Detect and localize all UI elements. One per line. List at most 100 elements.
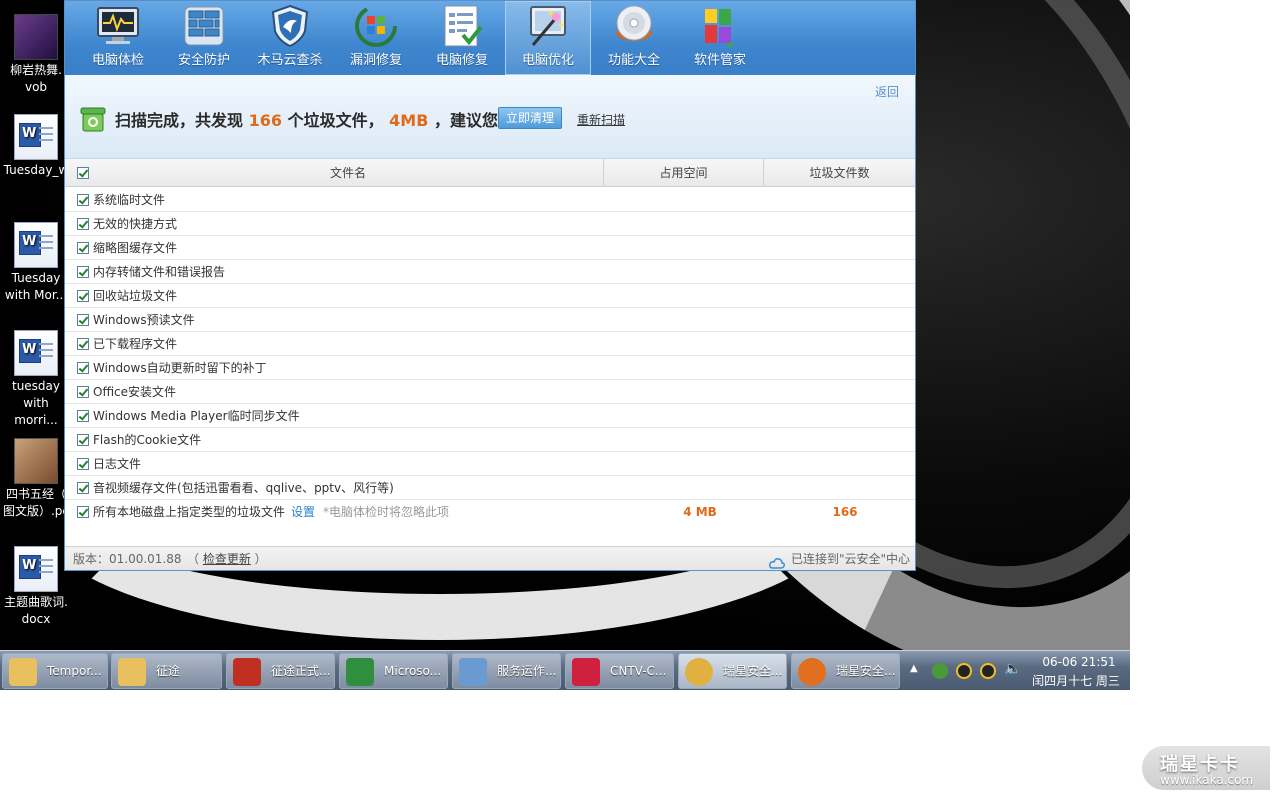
row-checkbox[interactable] xyxy=(77,194,89,206)
network-shield-icon[interactable] xyxy=(932,663,948,679)
tool-label: 电脑优化 xyxy=(521,53,574,68)
desktop-icon-vob[interactable]: 柳岩热舞. vob xyxy=(0,14,72,96)
trash-bin-icon xyxy=(79,105,107,133)
row-checkbox[interactable] xyxy=(77,314,89,326)
table-row[interactable]: Windows Media Player临时同步文件 xyxy=(65,404,915,428)
desktop-icon-label: tuesday xyxy=(11,379,61,393)
table-row[interactable]: 日志文件 xyxy=(65,452,915,476)
tool-trojan-scan[interactable]: 木马云查杀 xyxy=(247,1,333,75)
cloud-icon xyxy=(769,553,785,569)
tool-pc-checkup[interactable]: 电脑体检 xyxy=(75,1,161,75)
tool-pc-optimize[interactable]: 电脑优化 xyxy=(505,1,591,75)
row-checkbox[interactable] xyxy=(77,410,89,422)
table-row[interactable]: 已下载程序文件 xyxy=(65,332,915,356)
desktop-icon-label: docx xyxy=(21,612,51,626)
pdf-file-icon xyxy=(14,438,58,484)
select-all-checkbox[interactable] xyxy=(77,167,89,179)
volume-icon[interactable]: 🔈 xyxy=(1004,661,1021,677)
rescan-link[interactable]: 重新扫描 xyxy=(577,111,625,128)
tool-software-manager[interactable]: 软件管家 xyxy=(677,1,763,75)
header-space[interactable]: 占用空间 xyxy=(603,159,763,187)
taskbar-label: Microso... xyxy=(384,664,442,678)
desktop-icon-label: 四书五经（ xyxy=(5,487,66,501)
settings-link[interactable]: 设置 xyxy=(291,505,315,519)
shield-icon xyxy=(267,3,313,49)
folder-icon xyxy=(118,658,146,686)
table-row[interactable]: 回收站垃圾文件 xyxy=(65,284,915,308)
watermark-url: www.ikaka.com xyxy=(1160,773,1254,787)
system-tray: ▲ 🔈 06-06 21:51 闰四月十七 周三 xyxy=(902,651,1130,691)
tool-label: 软件管家 xyxy=(693,53,746,68)
table-row[interactable]: Flash的Cookie文件 xyxy=(65,428,915,452)
table-row[interactable]: Windows预读文件 xyxy=(65,308,915,332)
desktop-icon-label: Tuesday xyxy=(11,271,61,285)
windows-update-icon xyxy=(353,3,399,49)
game-icon xyxy=(233,658,261,686)
row-checkbox[interactable] xyxy=(77,434,89,446)
row-checkbox[interactable] xyxy=(77,362,89,374)
back-link[interactable]: 返回 xyxy=(875,83,899,100)
table-row[interactable]: 音视频缓存文件(包括迅雷看看、qqlive、pptv、风行等) xyxy=(65,476,915,500)
tool-features[interactable]: 功能大全 xyxy=(591,1,677,75)
tool-pc-repair[interactable]: 电脑修复 xyxy=(419,1,505,75)
clock-time[interactable]: 06-06 21:51 xyxy=(1032,655,1126,669)
header-file-name[interactable]: 文件名 xyxy=(93,159,603,187)
table-row[interactable]: 内存转储文件和错误报告 xyxy=(65,260,915,284)
table-row[interactable]: 缩略图缓存文件 xyxy=(65,236,915,260)
check-update-link[interactable]: 检查更新 xyxy=(203,552,251,566)
junk-file-size: 4MB xyxy=(389,111,429,130)
row-checkbox[interactable] xyxy=(77,242,89,254)
row-name: Windows Media Player临时同步文件 xyxy=(93,409,300,423)
row-checkbox[interactable] xyxy=(77,290,89,302)
qq-icon[interactable] xyxy=(956,663,972,679)
row-checkbox[interactable] xyxy=(77,338,89,350)
desktop-icon-word-3[interactable]: W tuesday with morri... xyxy=(0,330,72,429)
taskbar-label: 瑞星安全... xyxy=(723,664,783,678)
taskbar-button-excel[interactable]: Microso... xyxy=(339,653,448,689)
row-checkbox[interactable] xyxy=(77,506,89,518)
table-header: 文件名 占用空间 垃圾文件数 xyxy=(65,159,915,187)
row-name: 已下载程序文件 xyxy=(93,337,178,351)
magic-wand-icon xyxy=(525,3,571,49)
junk-file-list: 系统临时文件 无效的快捷方式 缩略图缓存文件 内存转储文件和错误报告 回收站垃圾… xyxy=(65,188,915,524)
qq-icon[interactable] xyxy=(980,663,996,679)
show-hidden-icons-arrow[interactable]: ▲ xyxy=(910,663,918,674)
tv-icon xyxy=(572,658,600,686)
taskbar-button-rising-1[interactable]: 瑞星安全... xyxy=(678,653,787,689)
table-row[interactable]: Office安装文件 xyxy=(65,380,915,404)
taskbar-button-rising-2[interactable]: 瑞星安全... xyxy=(791,653,900,689)
row-name: 音视频缓存文件(包括迅雷看看、qqlive、pptv、风行等) xyxy=(93,481,394,495)
table-row[interactable]: Windows自动更新时留下的补丁 xyxy=(65,356,915,380)
table-row[interactable]: 无效的快捷方式 xyxy=(65,212,915,236)
taskbar: Tempor... 征途 征途正式... Microso... 服务运作... … xyxy=(0,650,1130,690)
row-checkbox[interactable] xyxy=(77,266,89,278)
tool-security-protection[interactable]: 安全防护 xyxy=(161,1,247,75)
desktop-icon-word-4[interactable]: W 主题曲歌词. docx xyxy=(0,546,72,628)
word-document-icon: W xyxy=(14,546,58,592)
row-checkbox[interactable] xyxy=(77,482,89,494)
clean-now-button[interactable]: 立即清理 xyxy=(498,107,562,129)
row-checkbox[interactable] xyxy=(77,386,89,398)
row-checkbox[interactable] xyxy=(77,218,89,230)
word-document-icon: W xyxy=(14,222,58,268)
clock-date[interactable]: 闰四月十七 周三 xyxy=(1024,672,1128,689)
table-row[interactable]: 系统临时文件 xyxy=(65,188,915,212)
firefox-icon xyxy=(798,658,826,686)
taskbar-button-temporary[interactable]: Tempor... xyxy=(2,653,108,689)
desktop-icon-word-2[interactable]: W Tuesday with Mor... xyxy=(0,222,72,304)
tool-vulnerability-fix[interactable]: 漏洞修复 xyxy=(333,1,419,75)
header-count[interactable]: 垃圾文件数 xyxy=(763,159,915,187)
row-checkbox[interactable] xyxy=(77,458,89,470)
rising-security-window: 电脑体检 安全防护 木马云查杀 漏洞修复 电脑修复 电脑优化 功能大全 软件管家… xyxy=(64,0,916,571)
desktop-icon-word-1[interactable]: W Tuesday_w xyxy=(0,114,72,179)
desktop-icon-pdf[interactable]: 四书五经（ 图文版）.pc xyxy=(0,438,72,520)
taskbar-button-game[interactable]: 征途正式... xyxy=(226,653,335,689)
table-row[interactable]: 所有本地磁盘上指定类型的垃圾文件 设置 *电脑体检时将忽略此项 4 MB 166 xyxy=(65,500,915,524)
taskbar-button-cntv[interactable]: CNTV-C... xyxy=(565,653,674,689)
taskbar-label: 瑞星安全... xyxy=(836,664,896,678)
taskbar-label: 服务运作... xyxy=(497,664,557,678)
taskbar-label: Tempor... xyxy=(47,664,102,678)
taskbar-button-service[interactable]: 服务运作... xyxy=(452,653,561,689)
taskbar-button-zhengtu[interactable]: 征途 xyxy=(111,653,222,689)
rising-lion-icon xyxy=(685,658,713,686)
